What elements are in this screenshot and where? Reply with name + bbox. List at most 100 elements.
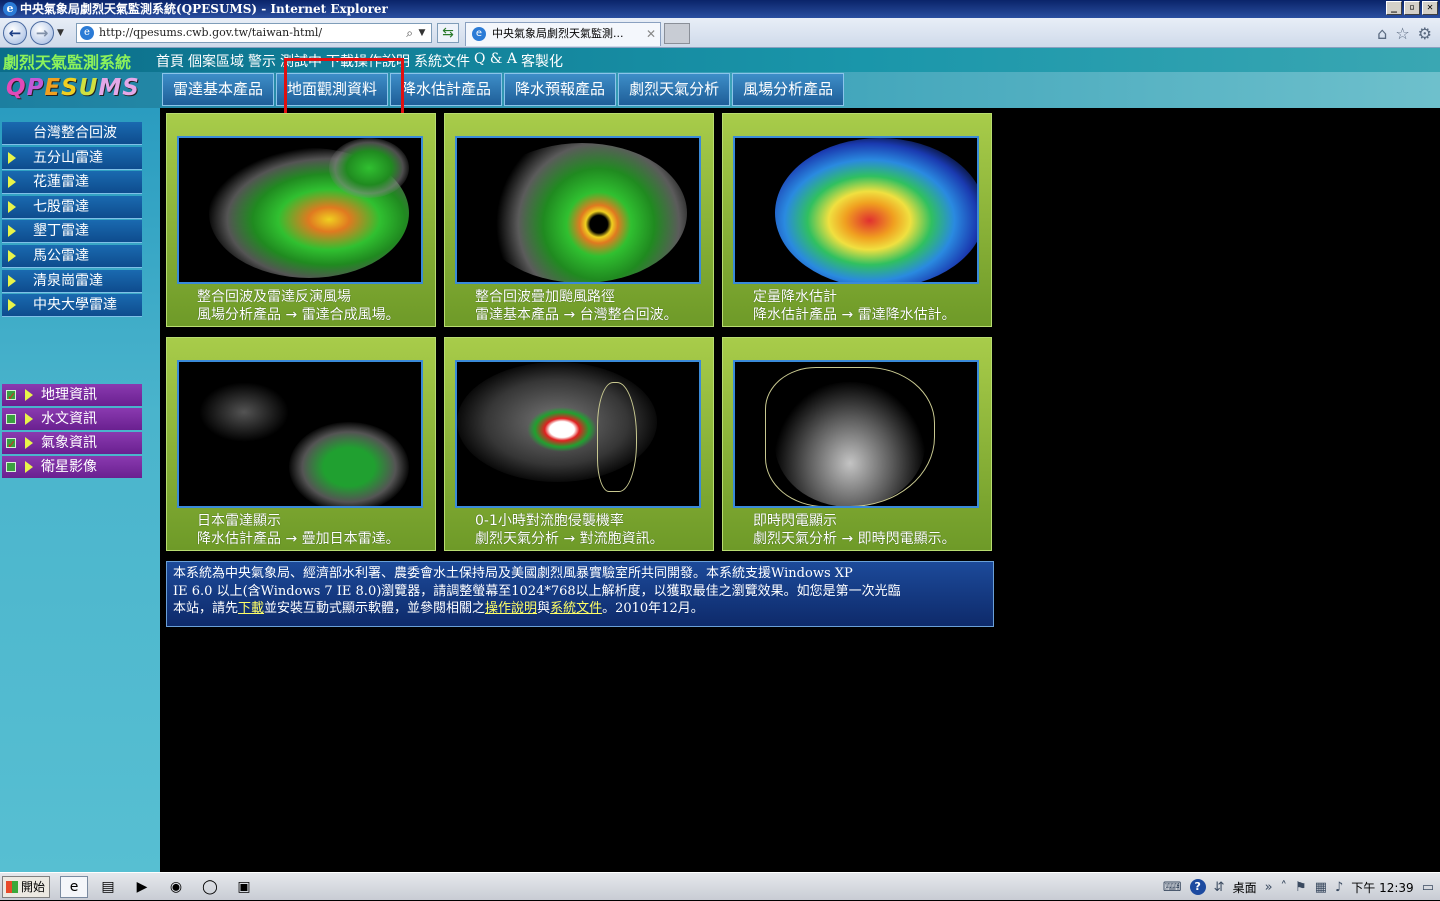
layer-checkbox[interactable] xyxy=(6,414,16,424)
tab-severe-weather[interactable]: 劇烈天氣分析 xyxy=(618,73,731,106)
product-card-typhoon-track[interactable]: 整合回波疊加颱風路徑 雷達基本產品 → 台灣整合回波。 xyxy=(444,113,714,327)
sidebar-item-kenting[interactable]: 墾丁雷達 xyxy=(2,220,142,244)
tab-radar-basic[interactable]: 雷達基本產品 xyxy=(162,73,275,106)
tray-toggle-icon[interactable]: ⇵ xyxy=(1214,880,1225,895)
browser-tab[interactable]: e 中央氣象局劇烈天氣監測... ✕ xyxy=(465,22,661,46)
lightning-thumbnail xyxy=(733,360,979,508)
convective-cell-thumbnail xyxy=(455,360,701,508)
ie-taskbar-icon[interactable]: e xyxy=(60,876,88,898)
desktop-label[interactable]: 桌面 xyxy=(1233,879,1257,896)
card-caption: 定量降水估計 降水估計產品 → 雷達降水估計。 xyxy=(753,289,956,323)
download-link[interactable]: 下載 xyxy=(238,601,264,616)
docs-link[interactable]: 系統文件 xyxy=(550,601,602,616)
show-desktop-icon[interactable]: ▭ xyxy=(1422,880,1434,895)
product-card-japan-radar[interactable]: 日本雷達顯示 降水估計產品 → 疊加日本雷達。 xyxy=(166,337,436,551)
page-content: 劇烈天氣監測系統 首頁 個案區域 警示 測試中 下載操作說明 系統文件 Q & … xyxy=(0,48,1440,872)
tab-precip-forecast[interactable]: 降水預報產品 xyxy=(504,73,617,106)
sidebar-item-taiwan-mosaic[interactable]: 台灣整合回波 xyxy=(2,122,142,145)
qpesums-logo: QPESUMS xyxy=(6,75,140,101)
top-menu-home[interactable]: 首頁 xyxy=(156,51,184,71)
sidebar-item-ncu[interactable]: 中央大學雷達 xyxy=(2,294,142,318)
expand-chevron-icon[interactable]: » xyxy=(1265,880,1273,895)
home-icon[interactable]: ⌂ xyxy=(1377,24,1387,43)
tab-precip-estimate[interactable]: 降水估計產品 xyxy=(390,73,503,106)
address-bar[interactable]: e http://qpesums.cwb.gov.tw/taiwan-html/… xyxy=(76,23,432,43)
network-icon[interactable]: ▦ xyxy=(1315,880,1327,895)
layer-hydro[interactable]: 水文資訊 xyxy=(2,408,142,430)
sidebar-item-hualien[interactable]: 花蓮雷達 xyxy=(2,171,142,195)
top-menu-qa[interactable]: Q & A xyxy=(474,51,517,71)
product-card-lightning[interactable]: 即時閃電顯示 劇烈天氣分析 → 即時閃電顯示。 xyxy=(722,337,992,551)
sidebar-item-label: 花蓮雷達 xyxy=(33,174,89,191)
settings-gear-icon[interactable]: ⚙ xyxy=(1418,24,1432,43)
media-player-icon[interactable]: ▶ xyxy=(128,876,156,898)
favorites-star-icon[interactable]: ☆ xyxy=(1395,24,1409,43)
maximize-button[interactable]: ▫ xyxy=(1404,1,1420,15)
info-line-2: IE 6.0 以上(含Windows 7 IE 8.0)瀏覽器，請調整螢幕至10… xyxy=(173,583,901,599)
japan-radar-thumbnail xyxy=(177,360,423,508)
chrome-icon[interactable]: ◉ xyxy=(162,876,190,898)
card-caption: 0-1小時對流胞侵襲機率 劇烈天氣分析 → 對流胞資訊。 xyxy=(475,513,664,547)
help-icon[interactable]: ? xyxy=(1189,879,1206,895)
top-menu-cases[interactable]: 個案區域 xyxy=(188,51,244,71)
minimize-button[interactable]: _ xyxy=(1386,1,1402,15)
app-window-icon[interactable]: ▣ xyxy=(230,876,258,898)
layer-satellite[interactable]: 衛星影像 xyxy=(2,456,142,478)
sidebar-item-label: 中央大學雷達 xyxy=(33,297,117,314)
window-title: 中央氣象局劇烈天氣監測系統(QPESUMS) - Internet Explor… xyxy=(20,2,388,16)
tab-close-icon[interactable]: ✕ xyxy=(646,23,656,45)
sidebar-item-label: 台灣整合回波 xyxy=(33,125,117,141)
top-menu-docs[interactable]: 系統文件 xyxy=(414,51,470,71)
sidebar: 台灣整合回波 五分山雷達 花蓮雷達 七股雷達 墾丁雷達 馬公雷達 清泉崗雷達 中… xyxy=(0,108,160,872)
product-tab-band: QPESUMS 雷達基本產品 地面觀測資料 降水估計產品 降水預報產品 劇烈天氣… xyxy=(0,72,1440,108)
layer-label: 氣象資訊 xyxy=(41,435,97,451)
history-dropdown-icon[interactable]: ▼ xyxy=(57,28,64,38)
top-menu-custom[interactable]: 客製化 xyxy=(521,51,563,71)
arrow-right-icon xyxy=(25,389,33,401)
security-icon[interactable]: ⚑ xyxy=(1295,880,1307,895)
layer-checkbox[interactable] xyxy=(6,462,16,472)
new-tab-button[interactable] xyxy=(664,23,690,44)
sidebar-item-chingchuankang[interactable]: 清泉崗雷達 xyxy=(2,269,142,293)
explorer-folder-icon[interactable]: ▤ xyxy=(94,876,122,898)
layer-weather[interactable]: 氣象資訊 xyxy=(2,432,142,456)
layer-checkbox[interactable] xyxy=(6,434,16,456)
search-icon[interactable]: ⌕ xyxy=(406,24,413,42)
product-card-wind-field[interactable]: 整合回波及雷達反演風場 風場分析產品 → 雷達合成風場。 xyxy=(166,113,436,327)
keyboard-icon[interactable]: ⌨ xyxy=(1163,880,1182,895)
card-caption: 整合回波及雷達反演風場 風場分析產品 → 雷達合成風場。 xyxy=(197,289,400,323)
system-tray: ⌨ ? ⇵ 桌面 » ˄ ⚑ ▦ ♪ 下午 12:39 ▭ xyxy=(1163,873,1440,901)
product-tabs: 雷達基本產品 地面觀測資料 降水估計產品 降水預報產品 劇烈天氣分析 風場分析產… xyxy=(162,73,845,106)
forward-button[interactable]: → xyxy=(30,21,54,45)
sidebar-item-label: 清泉崗雷達 xyxy=(33,272,103,289)
layer-geo[interactable]: 地理資訊 xyxy=(2,384,142,408)
system-info-box: 本系統為中央氣象局、經濟部水利署、農委會水土保持局及美國劇烈風暴實驗室所共同開發… xyxy=(166,561,994,627)
close-button[interactable]: ✕ xyxy=(1422,1,1438,15)
arrow-right-icon xyxy=(8,299,16,312)
sidebar-item-chigu[interactable]: 七股雷達 xyxy=(2,195,142,219)
refresh-button[interactable]: ⇆ xyxy=(437,23,459,43)
tray-up-icon[interactable]: ˄ xyxy=(1281,880,1288,895)
manual-link[interactable]: 操作說明 xyxy=(485,601,537,616)
address-dropdown-icon[interactable]: ▼ xyxy=(415,24,429,42)
sidebar-item-wufenshan[interactable]: 五分山雷達 xyxy=(2,146,142,170)
top-menu-warning[interactable]: 警示 xyxy=(248,51,276,71)
card-caption: 即時閃電顯示 劇烈天氣分析 → 即時閃電顯示。 xyxy=(753,513,956,547)
sidebar-item-label: 七股雷達 xyxy=(33,198,89,215)
volume-icon[interactable]: ♪ xyxy=(1335,880,1343,895)
sidebar-item-label: 馬公雷達 xyxy=(33,247,89,264)
typhoon-thumbnail xyxy=(455,136,701,284)
clock[interactable]: 下午 12:39 xyxy=(1351,879,1413,896)
arrow-right-icon xyxy=(25,413,33,425)
radar-list: 台灣整合回波 五分山雷達 花蓮雷達 七股雷達 墾丁雷達 馬公雷達 清泉崗雷達 中… xyxy=(2,122,142,319)
sidebar-item-makung[interactable]: 馬公雷達 xyxy=(2,244,142,268)
back-button[interactable]: ← xyxy=(3,21,27,45)
product-card-convective-cell[interactable]: 0-1小時對流胞侵襲機率 劇烈天氣分析 → 對流胞資訊。 xyxy=(444,337,714,551)
product-card-qpe[interactable]: 定量降水估計 降水估計產品 → 雷達降水估計。 xyxy=(722,113,992,327)
info-line-1: 本系統為中央氣象局、經濟部水利署、農委會水土保持局及美國劇烈風暴實驗室所共同開發… xyxy=(173,566,853,581)
start-button[interactable]: 開始 xyxy=(2,876,50,898)
tab-wind-analysis[interactable]: 風場分析產品 xyxy=(732,73,845,106)
layer-checkbox[interactable] xyxy=(6,386,16,408)
arrow-right-icon xyxy=(8,225,16,238)
app-circle-icon[interactable]: ◯ xyxy=(196,876,224,898)
